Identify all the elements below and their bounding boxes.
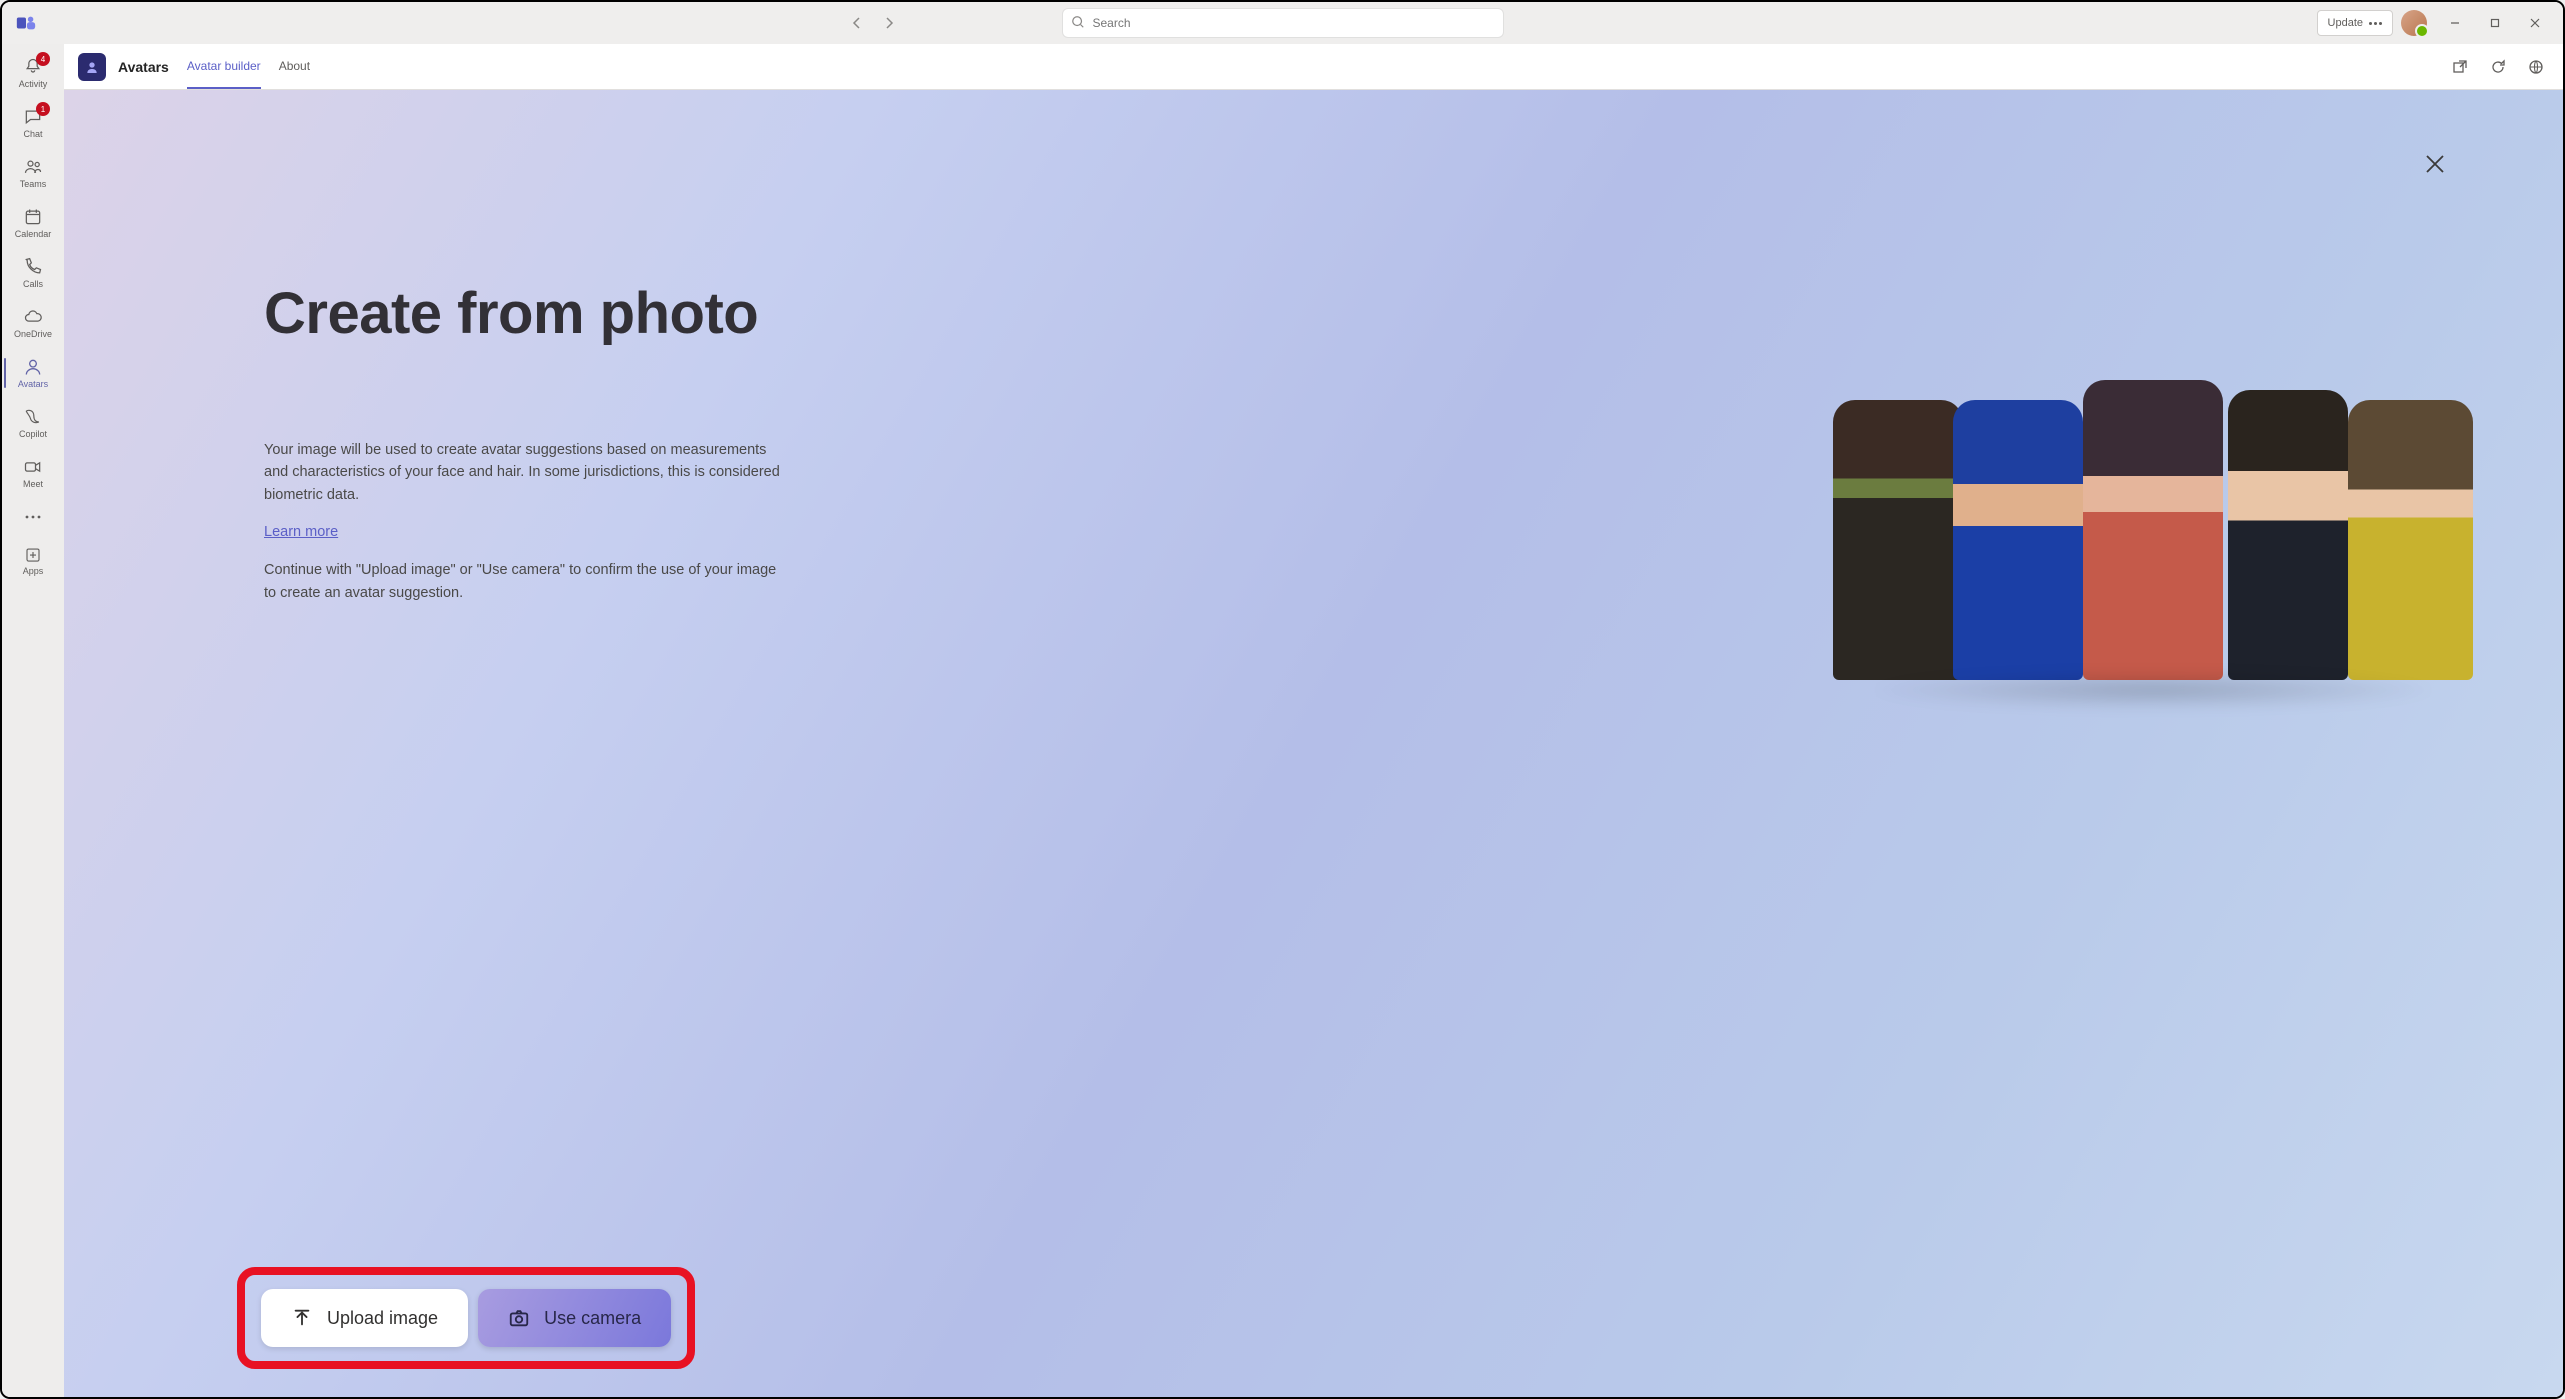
tab-avatar-builder[interactable]: Avatar builder <box>187 44 261 89</box>
refresh-icon <box>2490 59 2506 75</box>
nav-forward-button[interactable] <box>875 9 903 37</box>
avatar-figure <box>1953 400 2083 680</box>
search-icon <box>1071 15 1085 34</box>
tab-label: About <box>279 59 310 73</box>
ellipsis-icon <box>25 515 41 519</box>
camera-icon <box>508 1307 530 1329</box>
avatars-illustration <box>1833 320 2473 680</box>
rail-item-activity[interactable]: 4 Activity <box>4 48 62 98</box>
use-camera-button[interactable]: Use camera <box>478 1289 671 1347</box>
action-highlight-box: Upload image Use camera <box>237 1267 695 1369</box>
rail-item-meet[interactable]: Meet <box>4 448 62 498</box>
rail-item-apps[interactable]: Apps <box>4 536 62 586</box>
update-label: Update <box>2328 17 2363 29</box>
cloud-icon <box>23 307 43 327</box>
action-row: Upload image Use camera <box>261 1289 671 1347</box>
rail-item-copilot[interactable]: Copilot <box>4 398 62 448</box>
avatar-figure <box>2228 390 2348 680</box>
popout-button[interactable] <box>2447 54 2473 80</box>
window-minimize-button[interactable] <box>2435 8 2475 38</box>
rail-item-onedrive[interactable]: OneDrive <box>4 298 62 348</box>
description-text-2: Continue with "Upload image" or "Use cam… <box>264 559 784 604</box>
rail-label: Calls <box>23 279 43 289</box>
rail-label: Activity <box>19 79 48 89</box>
video-icon <box>23 457 43 477</box>
rail-label: Apps <box>23 566 44 576</box>
avatar-figure <box>2083 380 2223 680</box>
phone-icon <box>23 257 43 277</box>
teams-logo-icon <box>14 11 38 35</box>
close-icon <box>2423 152 2447 176</box>
description-text: Your image will be used to create avatar… <box>264 439 784 506</box>
upload-image-button[interactable]: Upload image <box>261 1289 468 1347</box>
rail-item-calls[interactable]: Calls <box>4 248 62 298</box>
upload-label: Upload image <box>327 1308 438 1329</box>
titlebar: Update <box>2 2 2563 44</box>
globe-icon <box>2528 59 2544 75</box>
rail-item-chat[interactable]: 1 Chat <box>4 98 62 148</box>
rail-label: Chat <box>23 129 42 139</box>
popout-icon <box>2452 59 2468 75</box>
close-button[interactable] <box>2417 146 2453 182</box>
update-button[interactable]: Update <box>2317 10 2393 36</box>
tab-label: Avatar builder <box>187 59 261 73</box>
user-avatar[interactable] <box>2401 10 2427 36</box>
tab-about[interactable]: About <box>279 44 310 89</box>
illustration-shadow <box>1863 670 2443 710</box>
avatar-figure <box>2348 400 2473 680</box>
text-panel: Create from photo Your image will be use… <box>264 280 784 604</box>
app-window: Update 4 Activity 1 Chat <box>0 0 2565 1399</box>
content-column: Avatars Avatar builder About Create fro <box>64 44 2563 1397</box>
upload-icon <box>291 1307 313 1329</box>
rail-item-teams[interactable]: Teams <box>4 148 62 198</box>
rail-label: Avatars <box>18 379 48 389</box>
page-title: Create from photo <box>264 280 784 347</box>
avatars-app-icon <box>78 53 106 81</box>
camera-label: Use camera <box>544 1308 641 1329</box>
rail-label: Calendar <box>15 229 52 239</box>
rail-more-button[interactable] <box>4 502 62 532</box>
window-maximize-button[interactable] <box>2475 8 2515 38</box>
refresh-button[interactable] <box>2485 54 2511 80</box>
people-icon <box>23 157 43 177</box>
app-subheader: Avatars Avatar builder About <box>64 44 2563 90</box>
rail-label: Copilot <box>19 429 47 439</box>
more-icon <box>2369 22 2382 25</box>
rail-item-calendar[interactable]: Calendar <box>4 198 62 248</box>
copilot-icon <box>23 407 43 427</box>
search-input[interactable] <box>1063 9 1503 37</box>
rail-item-avatars[interactable]: Avatars <box>4 348 62 398</box>
learn-more-link[interactable]: Learn more <box>264 524 338 540</box>
rail-label: Meet <box>23 479 43 489</box>
calendar-icon <box>23 207 43 227</box>
nav-back-button[interactable] <box>843 9 871 37</box>
rail-label: OneDrive <box>14 329 52 339</box>
search-wrap <box>1063 9 1503 37</box>
avatar-figure <box>1833 400 1963 680</box>
avatar-icon <box>23 357 43 377</box>
globe-button[interactable] <box>2523 54 2549 80</box>
activity-badge: 4 <box>36 52 50 66</box>
window-close-button[interactable] <box>2515 8 2555 38</box>
chat-badge: 1 <box>36 102 50 116</box>
app-title: Avatars <box>118 59 169 75</box>
left-rail: 4 Activity 1 Chat Teams Calendar Calls <box>2 44 64 1397</box>
apps-icon <box>24 546 42 564</box>
main-canvas: Create from photo Your image will be use… <box>64 90 2563 1397</box>
rail-label: Teams <box>20 179 47 189</box>
